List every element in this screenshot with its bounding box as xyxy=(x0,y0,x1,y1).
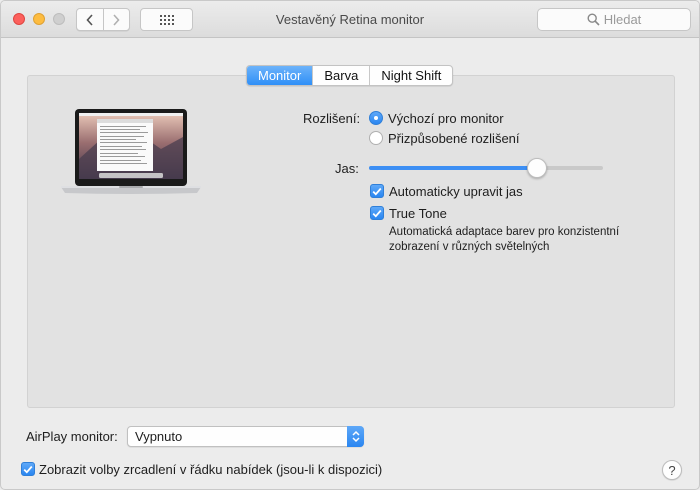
true-tone-description: Automatická adaptace barev pro konzisten… xyxy=(389,226,620,253)
resolution-scaled-label[interactable]: Přizpůsobené rozlišení xyxy=(388,131,520,146)
help-button[interactable]: ? xyxy=(662,460,682,480)
true-tone-label[interactable]: True Tone xyxy=(389,206,447,221)
macbook-display-image xyxy=(61,109,201,194)
airplay-label: AirPlay monitor: xyxy=(26,429,118,444)
resolution-default-label[interactable]: Výchozí pro monitor xyxy=(388,111,504,126)
preferences-window: Vestavěný Retina monitor Hledat Monitor … xyxy=(0,0,700,490)
checkmark-icon xyxy=(372,187,382,196)
checkmark-icon xyxy=(372,209,382,218)
search-icon xyxy=(587,13,600,26)
search-placeholder: Hledat xyxy=(603,12,642,27)
tab-night-shift[interactable]: Night Shift xyxy=(369,66,452,85)
search-field[interactable]: Hledat xyxy=(537,8,691,31)
tab-barva[interactable]: Barva xyxy=(312,66,369,85)
brightness-slider-thumb[interactable] xyxy=(527,158,548,178)
mirror-options-checkbox[interactable] xyxy=(21,462,35,476)
checkmark-icon xyxy=(23,465,33,474)
airplay-select-value: Vypnuto xyxy=(135,429,183,444)
airplay-select[interactable]: Vypnuto xyxy=(127,426,364,447)
resolution-scaled-radio[interactable] xyxy=(369,131,383,145)
title-bar: Vestavěný Retina monitor Hledat xyxy=(1,1,699,38)
brightness-slider-fill xyxy=(369,166,538,170)
true-tone-checkbox[interactable] xyxy=(370,206,384,220)
brightness-slider[interactable] xyxy=(369,158,603,178)
resolution-label: Rozlišení: xyxy=(303,111,361,126)
auto-brightness-checkbox[interactable] xyxy=(370,184,384,198)
resolution-default-radio[interactable] xyxy=(369,111,383,125)
auto-brightness-label[interactable]: Automaticky upravit jas xyxy=(389,184,523,199)
tab-bar: Monitor Barva Night Shift xyxy=(246,65,454,86)
updown-arrows-icon xyxy=(347,426,364,447)
brightness-label: Jas: xyxy=(335,161,359,176)
mirror-options-label[interactable]: Zobrazit volby zrcadlení v řádku nabídek… xyxy=(39,462,382,477)
tab-monitor[interactable]: Monitor xyxy=(247,66,313,85)
